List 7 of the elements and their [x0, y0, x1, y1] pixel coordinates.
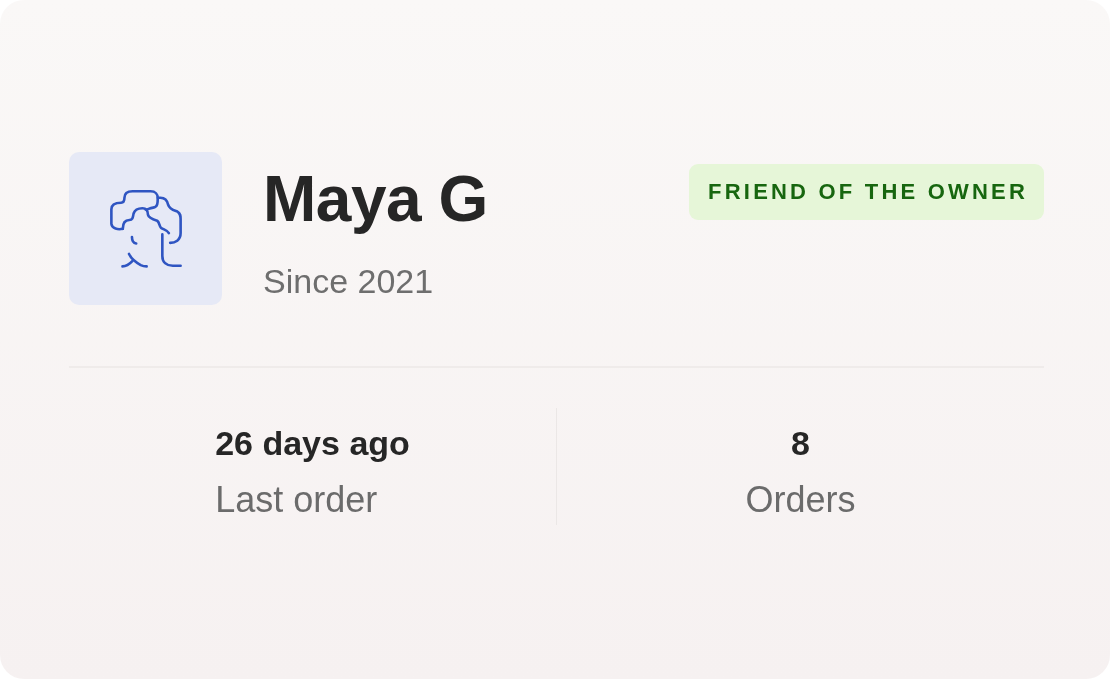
stat-label: Last order [215, 482, 378, 518]
stat-value: 26 days ago [215, 426, 410, 460]
customer-since: Since 2021 [263, 264, 434, 298]
status-tag: FRIEND OF THE OWNER [689, 164, 1044, 220]
stat-label: Orders [745, 482, 856, 518]
stat-value: 8 [791, 426, 810, 460]
person-icon [107, 188, 184, 269]
